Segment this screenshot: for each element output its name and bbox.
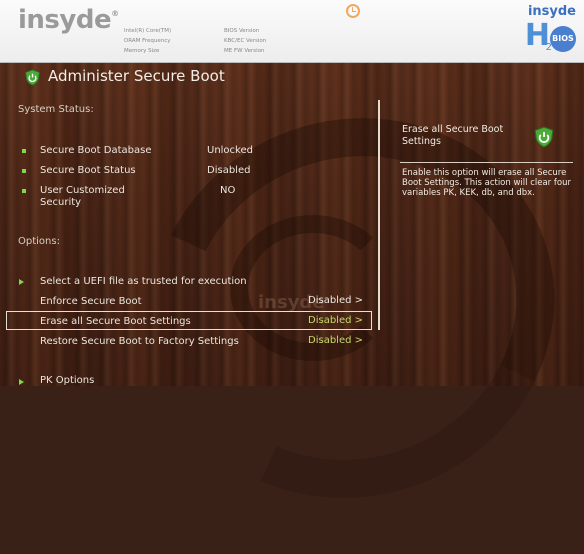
shield-power-icon xyxy=(25,69,40,86)
status-bullet xyxy=(22,169,26,173)
clock-icon xyxy=(346,4,360,18)
option-value-erase-all-secure-boot-settings[interactable]: Disabled > xyxy=(308,315,363,326)
status-bullet xyxy=(22,149,26,153)
option-value-restore-secure-boot-defaults[interactable]: Disabled > xyxy=(308,335,363,346)
help-description: Enable this option will erase all Secure… xyxy=(402,168,571,198)
option-restore-secure-boot-defaults[interactable]: Restore Secure Boot to Factory Settings xyxy=(40,336,239,348)
dram-frequency-label: DRAM Frequency xyxy=(124,38,171,44)
options-heading: Options: xyxy=(18,236,60,247)
system-info-labels: Intel(R) Core(TM) DRAM Frequency Memory … xyxy=(124,26,171,56)
submenu-arrow-icon xyxy=(19,279,24,285)
option-value-enforce-secure-boot[interactable]: Disabled > xyxy=(308,295,363,306)
brand-word: insyde xyxy=(527,4,576,19)
bios-version-label: BIOS Version xyxy=(224,28,260,34)
submenu-arrow-icon xyxy=(19,379,24,385)
panel-divider xyxy=(378,100,380,330)
status-value-secure-boot-status: Disabled xyxy=(207,165,251,176)
status-label-user-customized-security: User Customized Security xyxy=(40,185,125,208)
status-bullet xyxy=(22,189,26,193)
me-fw-version-label: ME FW Version xyxy=(224,48,265,54)
option-erase-all-secure-boot-settings[interactable]: Erase all Secure Boot Settings xyxy=(40,316,191,328)
shield-power-icon xyxy=(534,126,554,148)
status-label-secure-boot-status: Secure Boot Status xyxy=(40,165,136,176)
help-title: Erase all Secure Boot Settings xyxy=(402,124,504,147)
insyde-h2o-brand: insyde H 2 BIOS xyxy=(508,4,576,58)
kbc-ec-version-label: KBC/EC Version xyxy=(224,38,267,44)
status-label-secure-boot-database: Secure Boot Database xyxy=(40,145,152,156)
firmware-info-labels: BIOS Version KBC/EC Version ME FW Versio… xyxy=(224,26,266,56)
insyde-logo: insyde® xyxy=(18,5,119,35)
header-bar: insyde® Intel(R) Core(TM) DRAM Frequency… xyxy=(0,0,584,63)
page-title: Administer Secure Boot xyxy=(48,67,225,85)
option-select-uefi-file[interactable]: Select a UEFI file as trusted for execut… xyxy=(40,276,247,288)
status-value-user-customized-security: NO xyxy=(220,185,236,196)
bios-badge: BIOS xyxy=(550,26,576,52)
cpu-label: Intel(R) Core(TM) xyxy=(124,28,172,34)
system-status-heading: System Status: xyxy=(18,104,94,115)
status-value-secure-boot-database: Unlocked xyxy=(207,145,253,156)
memory-size-label: Memory Size xyxy=(124,48,160,54)
help-divider xyxy=(400,162,573,163)
option-pk-options[interactable]: PK Options xyxy=(40,375,94,387)
option-enforce-secure-boot[interactable]: Enforce Secure Boot xyxy=(40,296,142,308)
